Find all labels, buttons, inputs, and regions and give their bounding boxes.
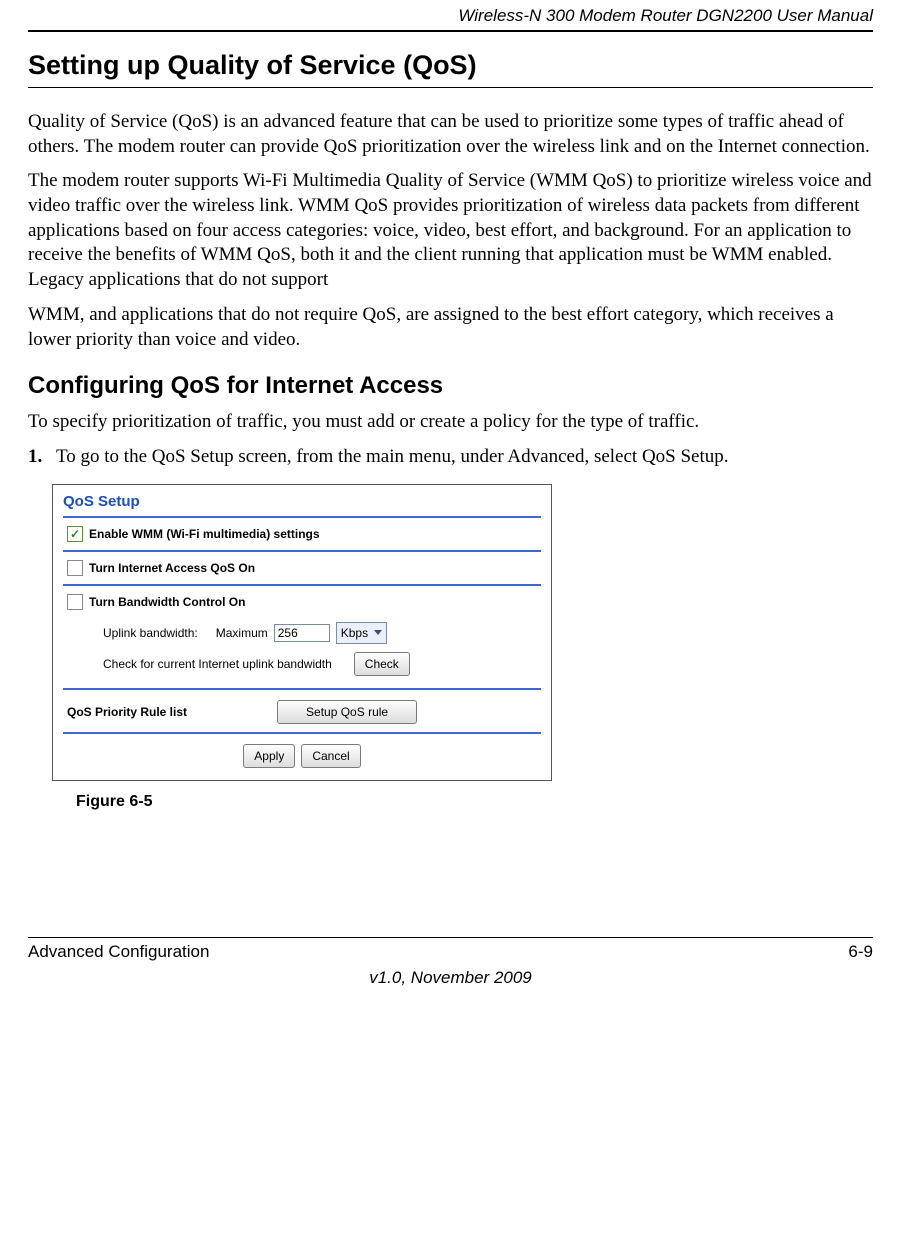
qos-setup-screenshot: QoS Setup ✓ Enable WMM (Wi-Fi multimedia…: [52, 484, 552, 781]
cancel-button[interactable]: Cancel: [301, 744, 360, 768]
setup-qos-rule-button[interactable]: Setup QoS rule: [277, 700, 417, 724]
internet-qos-checkbox[interactable]: ✓: [67, 560, 83, 576]
section-intro: To specify prioritization of traffic, yo…: [28, 410, 873, 435]
step-number: 1.: [28, 445, 56, 470]
header-rule: [28, 30, 873, 32]
internet-qos-label: Turn Internet Access QoS On: [89, 561, 255, 575]
step-1: 1.To go to the QoS Setup screen, from th…: [28, 445, 873, 470]
chevron-down-icon: [374, 630, 382, 635]
apply-button[interactable]: Apply: [243, 744, 295, 768]
bandwidth-checkbox[interactable]: ✓: [67, 594, 83, 610]
page-title: Setting up Quality of Service (QoS): [28, 50, 873, 81]
intro-paragraph-3: WMM, and applications that do not requir…: [28, 303, 873, 352]
section-heading: Configuring QoS for Internet Access: [28, 372, 873, 400]
title-rule: [28, 87, 873, 88]
footer-version: v1.0, November 2009: [28, 962, 873, 988]
footer-page-number: 6-9: [848, 942, 873, 962]
wmm-label: Enable WMM (Wi-Fi multimedia) settings: [89, 527, 320, 541]
intro-paragraph-2: The modem router supports Wi-Fi Multimed…: [28, 169, 873, 292]
check-button[interactable]: Check: [354, 652, 410, 676]
intro-paragraph-1: Quality of Service (QoS) is an advanced …: [28, 110, 873, 159]
check-bandwidth-label: Check for current Internet uplink bandwi…: [103, 657, 332, 671]
running-header: Wireless-N 300 Modem Router DGN2200 User…: [28, 0, 873, 30]
bandwidth-label: Turn Bandwidth Control On: [89, 595, 245, 609]
uplink-bandwidth-label: Uplink bandwidth:: [103, 626, 198, 640]
wmm-checkbox[interactable]: ✓: [67, 526, 83, 542]
uplink-unit-select[interactable]: Kbps: [336, 622, 387, 644]
uplink-unit-value: Kbps: [341, 626, 368, 640]
footer-section: Advanced Configuration: [28, 942, 209, 962]
figure-caption: Figure 6-5: [76, 793, 552, 811]
screenshot-title: QoS Setup: [63, 491, 541, 516]
step-text: To go to the QoS Setup screen, from the …: [56, 446, 729, 467]
priority-rule-list-label: QoS Priority Rule list: [67, 705, 187, 719]
uplink-maximum-label: Maximum: [216, 626, 268, 640]
uplink-value-input[interactable]: [274, 624, 330, 642]
